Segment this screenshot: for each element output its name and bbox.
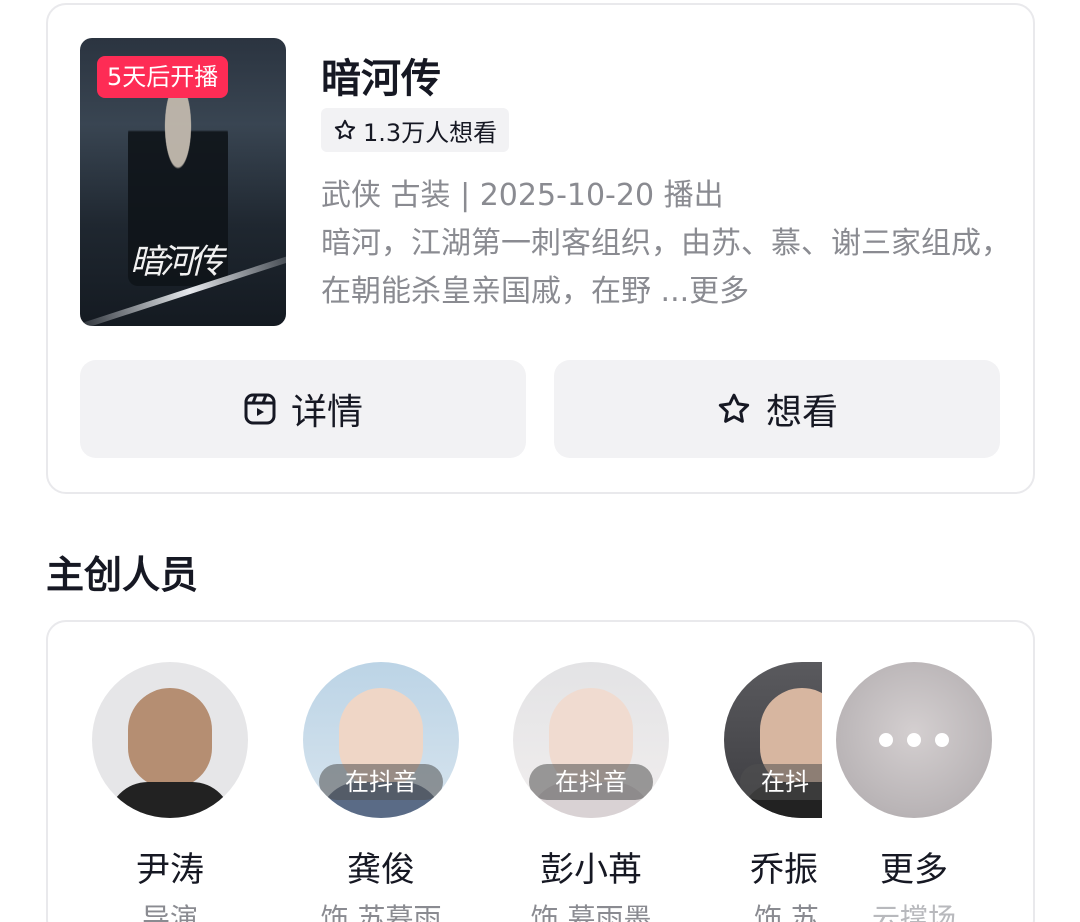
- description-more-link[interactable]: 更多: [689, 274, 749, 309]
- cast-member[interactable]: 在抖音 彭小苒 饰 慕雨墨: [501, 662, 681, 922]
- more-cast-button[interactable]: 更多 云撑场: [836, 662, 992, 922]
- cast-member[interactable]: 尹涛 导演: [80, 662, 260, 922]
- cast-member[interactable]: 在抖 乔振 饰 苏: [712, 662, 822, 922]
- star-outline-icon: [718, 393, 750, 423]
- show-meta: 武侠 古装 | 2025-10-20 播出: [321, 178, 724, 213]
- want-count: 1.3万人想看: [363, 118, 498, 147]
- want-count-chip: 1.3万人想看: [321, 108, 510, 152]
- cast-name: 龚俊: [347, 850, 415, 890]
- description-text: 暗河，江湖第一刺客组织，由苏、慕、谢三家组成，在朝能杀皇亲国戚，在野 ...: [321, 226, 1011, 309]
- cast-member[interactable]: 在抖音 龚俊 饰 苏暮雨: [291, 662, 471, 922]
- video-frame-icon: [244, 393, 276, 425]
- more-cast-subtext: 云撑场: [871, 902, 956, 922]
- on-douyin-tag: 在抖: [740, 764, 822, 800]
- poster-title-art: 暗河传: [130, 242, 224, 282]
- cast-name: 尹涛: [136, 850, 204, 890]
- star-outline-icon: [334, 119, 356, 140]
- cast-role: 饰 苏: [754, 902, 819, 922]
- want-button-label: 想看: [765, 392, 838, 433]
- cast-role: 导演: [141, 902, 198, 922]
- avatar-face: [128, 688, 212, 788]
- section-title: 主创人员: [46, 553, 199, 597]
- detail-button[interactable]: 详情: [80, 360, 526, 458]
- avatar[interactable]: 在抖音: [513, 662, 669, 818]
- cast-name: 彭小苒: [540, 850, 642, 890]
- on-douyin-tag: 在抖音: [529, 764, 653, 800]
- detail-button-label: 详情: [290, 392, 363, 433]
- cast-card: 尹涛 导演 在抖音 龚俊 饰 苏暮雨 在抖音 彭小苒 饰 慕雨墨 在抖 乔振 饰…: [46, 620, 1035, 922]
- cast-name: 乔振: [750, 850, 818, 890]
- avatar[interactable]: 在抖音: [303, 662, 459, 818]
- premiere-countdown-badge: 5天后开播: [97, 56, 229, 98]
- on-douyin-tag: 在抖音: [319, 764, 443, 800]
- show-description: 暗河，江湖第一刺客组织，由苏、慕、谢三家组成，在朝能杀皇亲国戚，在野 ...更多: [321, 220, 1011, 316]
- avatar[interactable]: 在抖: [724, 662, 822, 818]
- avatar-body: [108, 782, 232, 818]
- cast-role: 饰 慕雨墨: [530, 902, 652, 922]
- more-cast-label: 更多: [880, 850, 948, 890]
- want-button[interactable]: 想看: [554, 360, 1000, 458]
- ellipsis-icon: [836, 662, 992, 818]
- avatar[interactable]: [92, 662, 248, 818]
- cast-role: 饰 苏暮雨: [320, 902, 442, 922]
- show-title: 暗河传: [321, 56, 441, 102]
